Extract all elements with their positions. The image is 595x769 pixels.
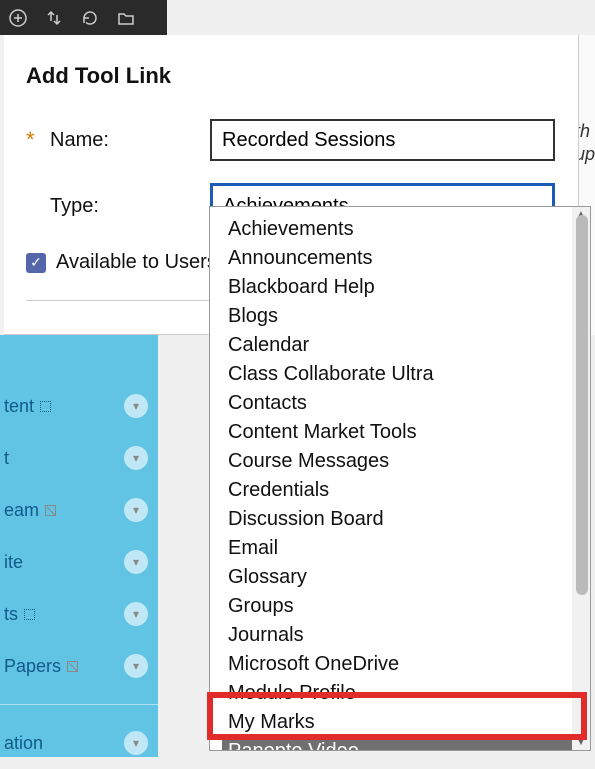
available-checkbox[interactable]: ✓ [26,253,46,273]
sidebar-item[interactable]: t ▾ [0,432,158,484]
type-dropdown: AchievementsAnnouncementsBlackboard Help… [209,206,591,751]
sidebar-item[interactable]: ite ▾ [0,536,158,588]
sidebar-item[interactable]: Papers ▾ [0,640,158,692]
hidden-badge-icon [24,609,35,620]
type-label: Type: [50,195,210,218]
form-title: Add Tool Link [26,63,556,89]
available-label: Available to Users [56,251,217,274]
disabled-badge-icon [67,661,78,672]
scrollbar-thumb[interactable] [576,215,588,595]
folder-icon[interactable] [114,6,138,30]
dropdown-option[interactable]: Announcements [222,244,573,273]
name-input[interactable] [210,119,555,161]
sidebar-divider [0,704,158,705]
name-row: * Name: [26,119,556,161]
updown-icon[interactable] [42,6,66,30]
sidebar-item[interactable]: tent ▾ [0,380,158,432]
dropdown-option[interactable]: Calendar [222,331,573,360]
dropdown-option[interactable]: Class Collaborate Ultra [222,360,573,389]
dropdown-option[interactable]: Contacts [222,389,573,418]
chevron-down-icon[interactable]: ▾ [124,731,148,755]
required-marker: * [26,129,40,151]
dropdown-option[interactable]: Course Messages [222,447,573,476]
dropdown-option[interactable]: Module Profile [222,679,573,708]
name-label: Name: [50,129,210,152]
dropdown-option[interactable]: Blogs [222,302,573,331]
dropdown-option[interactable]: Content Market Tools [222,418,573,447]
dropdown-option[interactable]: Journals [222,621,573,650]
chevron-down-icon[interactable]: ▾ [124,602,148,626]
chevron-down-icon[interactable]: ▾ [124,654,148,678]
dropdown-option[interactable]: Email [222,534,573,563]
sidebar-item[interactable]: eam ▾ [0,484,158,536]
dropdown-option[interactable]: Microsoft OneDrive [222,650,573,679]
sidebar-item[interactable]: ation ▾ [0,717,158,769]
scroll-down-icon[interactable]: ▼ [575,737,587,748]
dropdown-option[interactable]: Panopto Video [222,737,573,750]
chevron-down-icon[interactable]: ▾ [124,394,148,418]
disabled-badge-icon [45,505,56,516]
sidebar-item[interactable]: ts ▾ [0,588,158,640]
refresh-icon[interactable] [78,6,102,30]
scrollbar-track[interactable]: ▲ ▼ [572,207,590,750]
chevron-down-icon[interactable]: ▾ [124,446,148,470]
chevron-down-icon[interactable]: ▾ [124,550,148,574]
sidebar: tent ▾ t ▾ eam ▾ ite ▾ ts ▾ Papers ▾ ati… [0,335,158,757]
dropdown-option[interactable]: Groups [222,592,573,621]
dropdown-option[interactable]: Blackboard Help [222,273,573,302]
chevron-down-icon[interactable]: ▾ [124,498,148,522]
dropdown-option[interactable]: Achievements [222,215,573,244]
hidden-badge-icon [40,401,51,412]
top-toolbar [0,0,167,35]
add-icon[interactable] [6,6,30,30]
dropdown-option[interactable]: Discussion Board [222,505,573,534]
dropdown-option[interactable]: Credentials [222,476,573,505]
dropdown-option[interactable]: Glossary [222,563,573,592]
dropdown-option[interactable]: My Marks [222,708,573,737]
